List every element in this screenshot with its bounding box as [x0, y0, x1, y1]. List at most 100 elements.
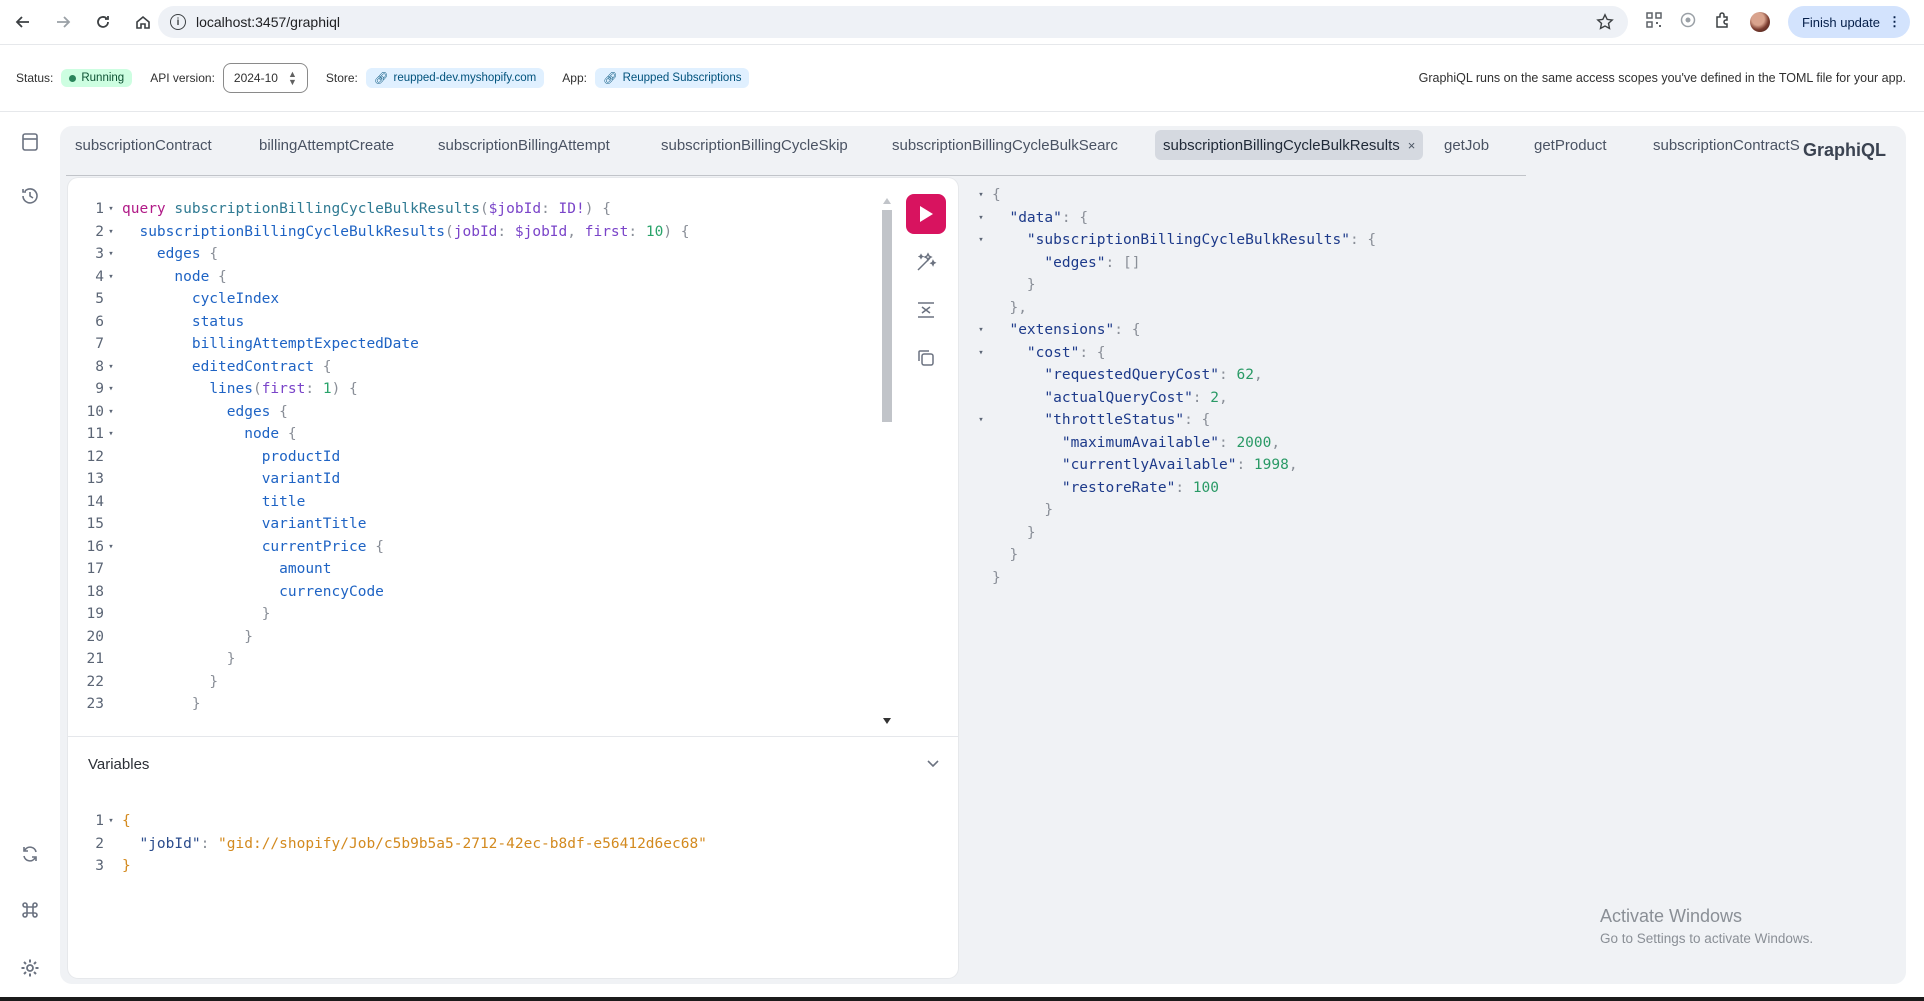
tab-subscription-billing-cycle-bulk-results[interactable]: subscriptionBillingCycleBulkResults × — [1155, 130, 1424, 160]
address-bar[interactable]: i localhost:3457/graphiql — [158, 6, 1628, 38]
chevron-down-icon[interactable] — [926, 756, 940, 773]
finish-update-button[interactable]: Finish update ⋮ — [1787, 6, 1910, 38]
variables-editor[interactable]: 1 ▾{ 2 "jobId": "gid://shopify/Job/c5b9b5… — [68, 810, 958, 878]
profile-avatar[interactable] — [1749, 12, 1770, 32]
play-icon — [920, 206, 933, 222]
variables-header[interactable]: Variables — [68, 736, 958, 792]
finish-update-label: Finish update — [1801, 14, 1880, 30]
fold-arrow-icon[interactable]: ▾ — [104, 401, 118, 424]
tab-label: subscriptionBillingCycleBulkSearc — [892, 136, 1118, 154]
api-version-label: API version: — [150, 71, 215, 85]
fold-arrow-icon[interactable]: ▾ — [104, 810, 118, 833]
tab-subscription-contract[interactable]: subscriptionContract — [67, 130, 220, 160]
result-line: } — [992, 524, 1036, 541]
result-viewer[interactable]: ▾{ ▾ "data": { ▾ "subscriptionBillingCyc… — [970, 184, 1870, 604]
store-link[interactable]: 🔗︎ reupped-dev.myshopify.com — [365, 68, 545, 88]
fold-arrow-icon[interactable]: ▾ — [104, 243, 118, 266]
site-info-icon[interactable]: i — [170, 14, 186, 30]
status-label: Status: — [16, 71, 54, 85]
home-icon[interactable] — [130, 9, 156, 35]
tabs-scroll-thumb[interactable] — [66, 175, 1526, 176]
code-line: 6 status — [95, 313, 245, 330]
tab-subscription-billing-cycle-skip[interactable]: subscriptionBillingCycleSkip — [653, 130, 856, 160]
tabs-scrollbar[interactable] — [60, 172, 1790, 176]
history-icon[interactable] — [18, 184, 42, 208]
reload-icon[interactable] — [90, 9, 116, 35]
scopes-note: GraphiQL runs on the same access scopes … — [1418, 71, 1906, 85]
tab-label: subscriptionContractS — [1653, 136, 1800, 154]
docs-explorer-icon[interactable] — [18, 130, 42, 154]
bookmark-star-icon[interactable] — [1596, 13, 1614, 34]
shortcuts-icon[interactable] — [18, 898, 42, 922]
settings-gear-icon[interactable] — [18, 956, 42, 980]
fold-arrow-icon[interactable]: ▾ — [104, 266, 118, 289]
close-tab-icon[interactable]: × — [1408, 138, 1416, 153]
tab-get-job[interactable]: getJob — [1436, 130, 1497, 160]
fold-arrow-icon[interactable]: ▾ — [970, 184, 992, 207]
tab-label: subscriptionContract — [75, 136, 212, 154]
merge-fragments-icon[interactable] — [906, 290, 946, 330]
tab-subscription-contract-s[interactable]: subscriptionContractS — [1645, 130, 1805, 160]
store-value: reupped-dev.myshopify.com — [393, 72, 537, 84]
code-line: 17 amount — [86, 561, 332, 577]
copy-query-icon[interactable] — [906, 338, 946, 378]
code-line: 22 } — [86, 673, 219, 690]
tab-billing-attempt-create[interactable]: billingAttemptCreate — [251, 130, 402, 160]
back-icon[interactable] — [10, 9, 36, 35]
result-line: } — [992, 277, 1036, 293]
fold-arrow-icon[interactable]: ▾ — [104, 423, 118, 446]
code-line: 11 ▾ node { — [68, 423, 878, 446]
tab-subscription-billing-cycle-bulk-search[interactable]: subscriptionBillingCycleBulkSearc — [884, 130, 1126, 160]
code-line: 7 billingAttemptExpectedDate — [95, 336, 419, 352]
tab-label: getProduct — [1534, 136, 1607, 154]
api-version-select[interactable]: 2024-10 ▲ ▼ — [222, 63, 308, 93]
fold-arrow-icon[interactable]: ▾ — [970, 319, 992, 342]
windows-activation-watermark: Activate Windows Go to Settings to activ… — [1600, 906, 1813, 946]
query-editor[interactable]: 1 ▾ query subscriptionBillingCycleBulkResu… — [68, 198, 878, 728]
tab-label: billingAttemptCreate — [259, 136, 395, 154]
fold-arrow-icon[interactable]: ▾ — [970, 342, 992, 365]
editor-scrollbar[interactable] — [880, 196, 892, 726]
code-line: 13 variantId — [86, 471, 341, 487]
more-menu-icon[interactable]: ⋮ — [1888, 14, 1901, 30]
result-line: }, — [992, 299, 1027, 316]
prettify-icon[interactable] — [906, 242, 946, 282]
extension-icon[interactable] — [1680, 12, 1696, 33]
query-editor-panel: 1 ▾ query subscriptionBillingCycleBulkResu… — [68, 178, 958, 978]
scroll-down-arrow-icon[interactable] — [883, 718, 891, 724]
code-line: 18 currencyCode — [86, 583, 384, 600]
puzzle-icon[interactable] — [1714, 11, 1732, 34]
tab-get-product[interactable]: getProduct — [1526, 130, 1615, 160]
status-dot-icon — [69, 74, 77, 82]
result-line: "restoreRate": 100 — [1061, 479, 1220, 496]
fold-arrow-icon[interactable]: ▾ — [104, 221, 118, 244]
graphiql-workspace: subscriptionContract billingAttemptCreat… — [60, 126, 1906, 984]
fold-arrow-icon[interactable]: ▾ — [970, 207, 992, 230]
tab-subscription-billing-attempt[interactable]: subscriptionBillingAttempt — [430, 130, 618, 160]
editor-scroll-thumb[interactable] — [882, 210, 892, 422]
fold-arrow-icon[interactable]: ▾ — [104, 536, 118, 559]
app-value: Reupped Subscriptions — [622, 72, 742, 84]
scroll-up-arrow-icon[interactable] — [883, 198, 891, 204]
code-line: 2 "jobId": "gid://shopify/Job/c5b9b5a5-2… — [95, 835, 707, 852]
code-line: 5 cycleIndex — [95, 291, 280, 307]
fold-arrow-icon[interactable]: ▾ — [104, 378, 118, 401]
fold-arrow-icon[interactable]: ▾ — [104, 356, 118, 379]
fold-arrow-icon[interactable]: ▾ — [104, 198, 118, 221]
watermark-subtitle: Go to Settings to activate Windows. — [1600, 931, 1814, 946]
refetch-schema-icon[interactable] — [18, 842, 42, 866]
app-status-bar: Status: Running API version: 2024-10 ▲ ▼ S… — [0, 44, 1924, 112]
status-value: Running — [81, 72, 125, 84]
forward-icon[interactable] — [50, 9, 76, 35]
select-arrows-icon: ▲ ▼ — [287, 69, 297, 87]
fold-arrow-icon[interactable]: ▾ — [970, 229, 992, 252]
code-line: 2 ▾ subscriptionBillingCycleBulkResults(j… — [68, 221, 878, 244]
app-link[interactable]: 🔗︎ Reupped Subscriptions — [594, 68, 750, 88]
app-label: App: — [562, 71, 587, 85]
execute-query-button[interactable] — [906, 194, 946, 234]
code-line: 3 ▾ edges { — [68, 243, 878, 266]
fold-arrow-icon[interactable]: ▾ — [970, 409, 992, 432]
qr-extension-icon[interactable] — [1646, 11, 1662, 33]
tab-label: subscriptionBillingAttempt — [438, 136, 610, 154]
result-line: } — [992, 547, 1019, 563]
